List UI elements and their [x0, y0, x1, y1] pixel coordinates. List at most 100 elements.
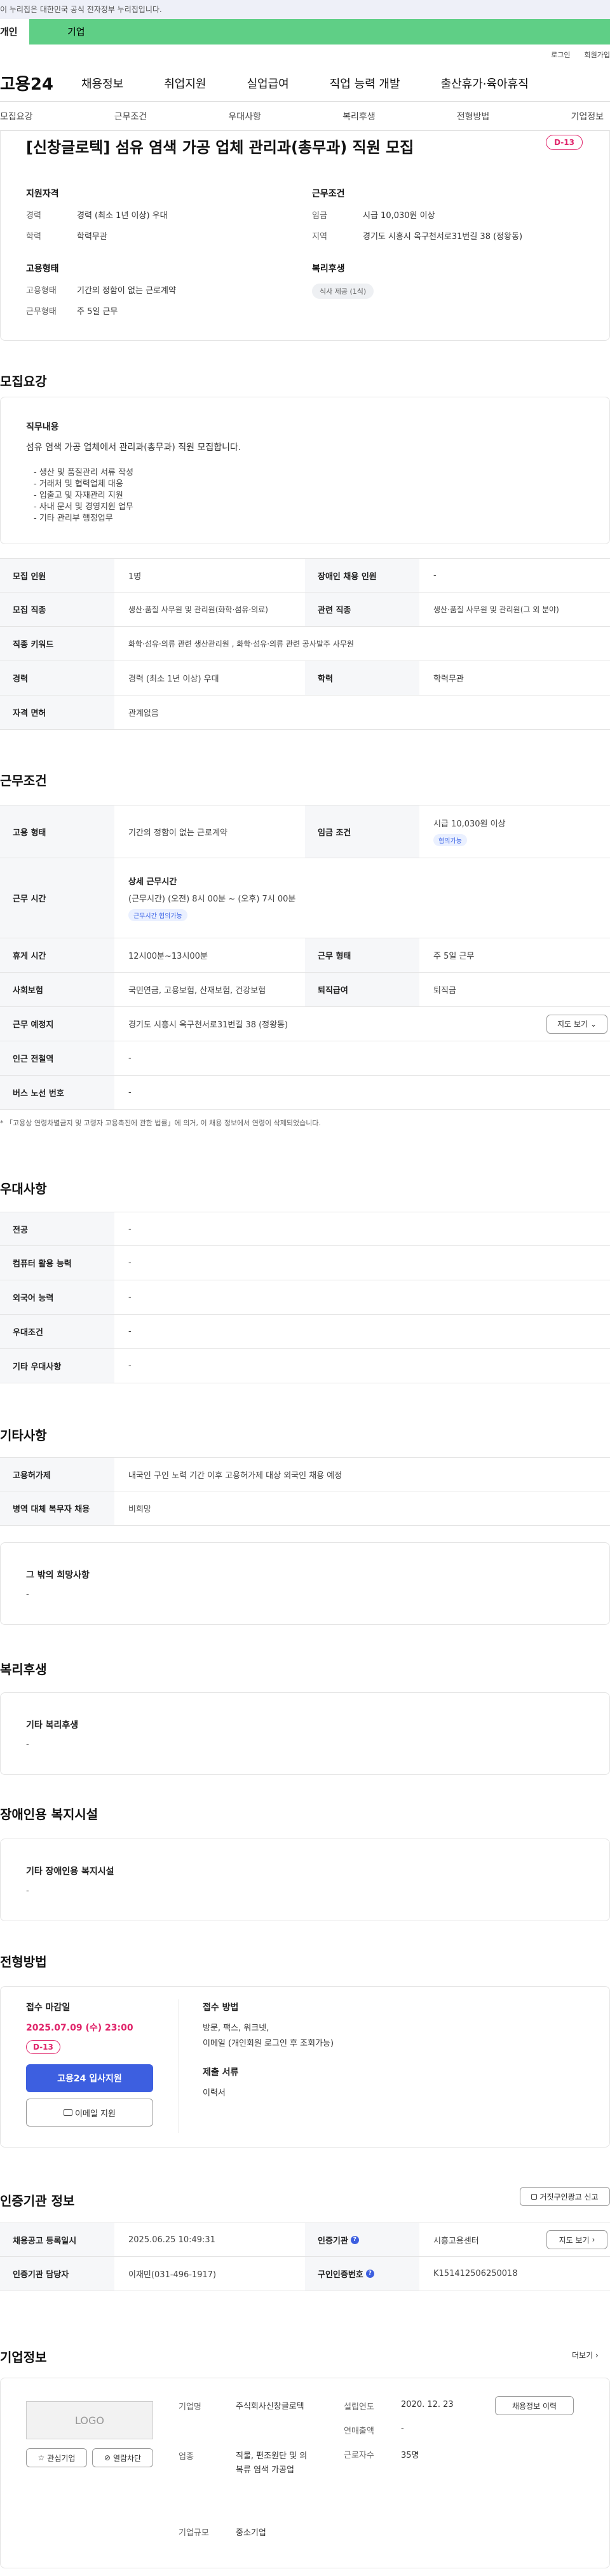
section-nav-pref[interactable]: 우대사항 — [228, 110, 261, 123]
welfare-card: 기타 복리후생 - — [0, 1692, 610, 1775]
gov-banner: 이 누리집은 대한민국 공식 전자정부 누리집입니다. — [0, 0, 610, 19]
info-icon[interactable]: ? — [350, 2235, 359, 2244]
nav-item-unemployment-benefit[interactable]: 실업급여 — [247, 75, 289, 92]
util-links: 로그인 회원가입 — [0, 45, 610, 65]
company-name-label: 기업명 — [179, 2402, 201, 2412]
row-value: 이재민(031-496-1917) — [128, 2270, 217, 2280]
employee-count-value: 35명 — [401, 2451, 419, 2460]
table-row: 버스 노선 번호 - — [0, 1076, 610, 1110]
row-value: 경력 (최소 1년 이상) 우대 — [128, 675, 219, 684]
email-apply-label: 이메일 지원 — [75, 2109, 116, 2119]
nav-item-employment-support[interactable]: 취업지원 — [164, 75, 206, 92]
row-label: 모집 인원 — [0, 559, 114, 592]
row-value: 학력무관 — [433, 675, 464, 684]
gov-banner-text: 이 누리집은 대한민국 공식 전자정부 누리집입니다. — [0, 5, 162, 14]
nav-item-jobs[interactable]: 채용정보 — [81, 75, 123, 92]
disability-section-title: 장애인용 복지시설 — [0, 1807, 98, 1822]
section-nav-recruit[interactable]: 모집요강 — [0, 110, 33, 123]
company-more-link[interactable]: 더보기 › — [572, 2350, 599, 2360]
row-value: - — [128, 1361, 132, 1371]
tab-company[interactable]: 기업 — [29, 19, 610, 45]
work-type-value: 주 5일 근무 — [77, 307, 118, 317]
row-label: 장애인 채용 인원 — [305, 559, 419, 592]
row-value: K151412506250018 — [433, 2269, 518, 2278]
agency-map-label: 지도 보기 — [559, 2235, 590, 2245]
table-row: 모집 직종 생산·품질 사무원 및 관리원(화학·섬유·의료) 관련 직종 생산… — [0, 593, 610, 627]
apply-button[interactable]: 고용24 입사지원 — [26, 2064, 153, 2092]
section-nav-company[interactable]: 기업정보 — [571, 110, 604, 123]
table-row: 근무 예정지 경기도 시흥시 옥구천서로31번길 38 (정왕동) 지도 보기 … — [0, 1007, 610, 1041]
employment-type-label: 고용형태 — [26, 286, 57, 296]
education-label: 학력 — [26, 232, 41, 242]
cert-number-label-cell: 구인인증번호? — [305, 2257, 419, 2291]
row-value: 시흥고용센터 — [433, 2236, 479, 2246]
recruit-section-title: 모집요강 — [0, 374, 47, 389]
docs-value: 이력서 — [203, 2088, 226, 2098]
row-label: 관련 직종 — [305, 593, 419, 626]
nav-item-skill-development[interactable]: 직업 능력 개발 — [330, 75, 400, 92]
row-value: 퇴직금 — [433, 986, 456, 996]
job-title: [신창글로텍] 섬유 염색 가공 업체 관리과(총무과) 직원 모집 — [26, 139, 414, 156]
report-fake-ad-button[interactable]: 거짓구인광고 신고 — [520, 2187, 610, 2206]
login-link[interactable]: 로그인 — [551, 50, 570, 60]
welfare-box-value: - — [26, 1740, 29, 1750]
row-value: - — [128, 1327, 132, 1336]
main-nav: 고용24 채용정보 취업지원 실업급여 직업 능력 개발 출산휴가·육아휴직 — [0, 65, 610, 102]
row-label: 전공 — [0, 1212, 114, 1245]
employee-count-label: 근로자수 — [344, 2451, 374, 2460]
company-size-label: 기업규모 — [179, 2528, 209, 2538]
info-icon[interactable]: ? — [365, 2270, 374, 2278]
table-row: 고용 형태 기간의 정함이 없는 근로계약 임금 조건 시급 10,030원 이… — [0, 805, 610, 858]
row-label: 외국어 능력 — [0, 1280, 114, 1314]
row-label: 자격 면허 — [0, 695, 114, 729]
star-icon: ☆ — [37, 2453, 45, 2462]
map-view-button[interactable]: 지도 보기 ⌄ — [546, 1014, 607, 1034]
row-value: 12시00분~13시00분 — [128, 952, 208, 961]
favorite-company-button[interactable]: ☆ 관심기업 — [26, 2448, 87, 2467]
join-link[interactable]: 회원가입 — [585, 50, 610, 60]
sales-value: - — [401, 2424, 404, 2434]
section-nav-process[interactable]: 전형방법 — [457, 110, 490, 123]
nav-item-parental-leave[interactable]: 출산휴가·육아휴직 — [441, 75, 529, 92]
row-value: 화학·섬유·의류 관련 생산관리원 , 화학·섬유·의류 관련 공사발주 사무원 — [128, 640, 354, 648]
row-value: 기간의 정함이 없는 근로계약 — [128, 828, 227, 838]
table-row: 고용허가제 내국인 구인 노력 기간 이후 고용허가제 대상 외국인 채용 예정 — [0, 1457, 610, 1491]
duty-item: - 기타 관리부 행정업무 — [34, 514, 113, 523]
email-apply-button[interactable]: 이메일 지원 — [26, 2099, 153, 2127]
employment-group: 고용형태 고용형태 기간의 정함이 없는 근로계약 근무형태 주 5일 근무 — [26, 262, 176, 325]
chevron-right-icon: › — [592, 2235, 595, 2244]
block-company-button[interactable]: ⊘ 열람차단 — [92, 2448, 153, 2467]
section-nav-welfare[interactable]: 복리후생 — [342, 110, 376, 123]
job-summary-card: [신창글로텍] 섬유 염색 가공 업체 관리과(총무과) 직원 모집 D-13 … — [0, 131, 610, 341]
hope-card: 그 밖의 희망사항 - — [0, 1542, 610, 1625]
section-nav-work[interactable]: 근무조건 — [114, 110, 147, 123]
duty-intro: 섬유 염색 가공 업체에서 관리과(총무과) 직원 모집합니다. — [26, 442, 241, 453]
row-label: 사회보험 — [0, 973, 114, 1006]
tab-personal[interactable]: 개인 — [0, 19, 29, 45]
row-label: 근무 형태 — [305, 938, 419, 972]
career-label: 경력 — [26, 211, 41, 221]
row-label: 경력 — [0, 661, 114, 695]
row-label: 구인인증번호 — [318, 2270, 363, 2280]
site-logo[interactable]: 고용24 — [0, 71, 81, 95]
hope-title: 그 밖의 희망사항 — [26, 1570, 90, 1580]
wage-label: 임금 — [312, 211, 327, 221]
table-row: 채용공고 등록일시 2025.06.25 10:49:31 인증기관? 시흥고용… — [0, 2223, 610, 2257]
duty-list: - 생산 및 품질관리 서류 작성 - 거래처 및 협력업체 대응 - 입출고 … — [34, 467, 133, 524]
table-row: 자격 면허 관계없음 — [0, 695, 610, 730]
company-card: LOGO ☆ 관심기업 ⊘ 열람차단 기업명 주식회사신창글로텍 업종 직물, … — [0, 2378, 610, 2568]
agency-map-button[interactable]: 지도 보기 › — [546, 2230, 607, 2249]
job-history-button[interactable]: 채용정보 이력 — [495, 2396, 574, 2415]
row-label: 직종 키워드 — [0, 627, 114, 661]
table-row: 사회보험 국민연금, 고용보험, 산재보험, 건강보험 퇴직급여 퇴직금 — [0, 973, 610, 1007]
disability-card: 기타 장애인용 복지시설 - — [0, 1839, 610, 1921]
block-company-label: 열람차단 — [112, 2453, 142, 2463]
education-value: 학력무관 — [77, 232, 107, 242]
etc-section-title: 기타사항 — [0, 1428, 47, 1443]
row-value: - — [128, 1258, 132, 1268]
row-value: 생산·품질 사무원 및 관리원(화학·섬유·의료) — [128, 605, 268, 614]
row-label: 임금 조건 — [305, 805, 419, 858]
wage-value: 시급 10,030원 이상 — [363, 211, 435, 221]
company-size-value: 중소기업 — [236, 2528, 266, 2538]
row-value: 내국인 구인 노력 기간 이후 고용허가제 대상 외국인 채용 예정 — [128, 1470, 342, 1481]
